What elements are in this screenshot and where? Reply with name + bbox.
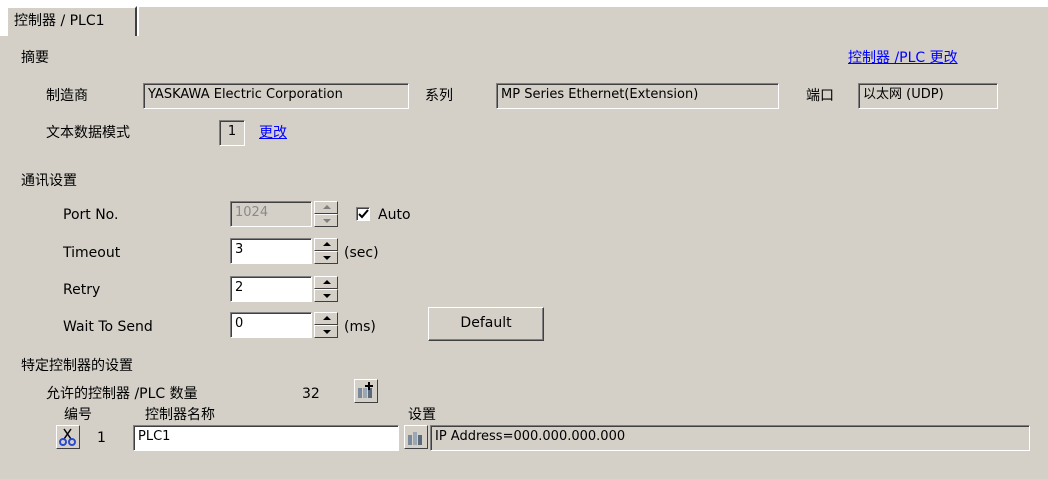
spinner-down-icon[interactable]	[314, 214, 338, 227]
wait-to-send-unit: (ms)	[344, 319, 376, 335]
auto-checkbox[interactable]	[356, 207, 370, 221]
spinner-up-icon[interactable]	[314, 312, 338, 325]
text-mode-change-link[interactable]: 更改	[259, 124, 287, 142]
device-name-input[interactable]: PLC1	[133, 425, 399, 451]
manufacturer-field: YASKAWA Electric Corporation	[143, 83, 409, 109]
column-device-name: 控制器名称	[145, 407, 215, 423]
row-number: 1	[97, 430, 106, 446]
allowed-count-label: 允许的控制器 /PLC 数量	[46, 386, 198, 402]
column-number: 编号	[64, 407, 92, 423]
text-mode-field: 1	[219, 120, 245, 146]
allowed-count-value: 32	[302, 386, 320, 402]
auto-label: Auto	[378, 207, 411, 223]
tab-strip-fill	[139, 6, 1048, 37]
change-controller-link[interactable]: 控制器 /PLC 更改	[848, 49, 958, 67]
checkmark-icon	[358, 209, 369, 219]
spinner-up-icon[interactable]	[314, 238, 338, 251]
spinner-up-icon[interactable]	[314, 201, 338, 214]
add-device-icon	[358, 382, 373, 398]
tab-strip: 控制器 / PLC1	[0, 0, 1048, 37]
retry-label: Retry	[63, 282, 101, 298]
scissors-icon	[59, 428, 76, 446]
port-field: 以太网 (UDP)	[858, 83, 998, 109]
default-button[interactable]: Default	[428, 307, 544, 341]
timeout-spinner[interactable]	[314, 238, 338, 264]
spinner-down-icon[interactable]	[314, 289, 338, 302]
settings-panel: 摘要 控制器 /PLC 更改 制造商 YASKAWA Electric Corp…	[0, 36, 1048, 479]
spinner-up-icon[interactable]	[314, 276, 338, 289]
text-mode-label: 文本数据模式	[46, 125, 130, 141]
port-label: 端口	[806, 88, 834, 104]
add-device-button[interactable]	[354, 379, 378, 403]
series-label: 系列	[425, 88, 453, 104]
wait-to-send-input[interactable]: 0	[230, 312, 312, 338]
series-field: MP Series Ethernet(Extension)	[496, 83, 779, 109]
port-no-input[interactable]: 1024	[230, 201, 312, 227]
wait-to-send-spinner[interactable]	[314, 312, 338, 338]
retry-input[interactable]: 2	[230, 276, 312, 302]
tab-plc1[interactable]: 控制器 / PLC1	[6, 6, 137, 37]
settings-icon	[408, 432, 422, 445]
port-no-spinner[interactable]	[314, 201, 338, 227]
retry-spinner[interactable]	[314, 276, 338, 302]
spinner-down-icon[interactable]	[314, 325, 338, 338]
spinner-down-icon[interactable]	[314, 251, 338, 264]
manufacturer-label: 制造商	[46, 88, 88, 104]
timeout-label: Timeout	[63, 245, 121, 261]
summary-heading: 摘要	[21, 50, 49, 66]
comm-settings-heading: 通讯设置	[21, 173, 77, 189]
delete-device-button[interactable]	[56, 425, 80, 449]
device-settings-button[interactable]	[404, 425, 428, 449]
port-no-label: Port No.	[63, 207, 119, 223]
column-settings: 设置	[408, 407, 436, 423]
timeout-input[interactable]: 3	[230, 238, 312, 264]
specific-settings-heading: 特定控制器的设置	[21, 358, 133, 374]
device-settings-field: IP Address=000.000.000.000	[430, 425, 1030, 451]
wait-to-send-label: Wait To Send	[63, 319, 153, 335]
timeout-unit: (sec)	[344, 245, 379, 261]
